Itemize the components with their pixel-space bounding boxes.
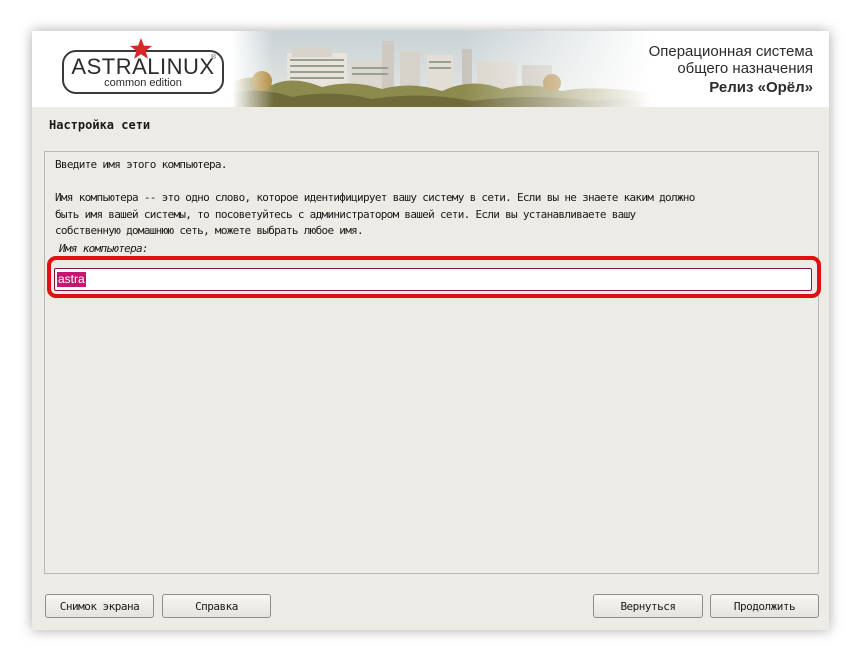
logo-subtext: common edition bbox=[104, 77, 182, 89]
logo-reg-mark: ® bbox=[210, 54, 216, 61]
continue-button[interactable]: Продолжить bbox=[710, 594, 819, 618]
installer-window: ASTRALINUX common edition ® Операционная… bbox=[32, 31, 829, 630]
hostname-input[interactable]: astra bbox=[54, 268, 812, 291]
help-button[interactable]: Справка bbox=[162, 594, 271, 618]
screenshot-button[interactable]: Снимок экрана bbox=[45, 594, 154, 618]
page-title: Настройка сети bbox=[49, 118, 151, 132]
hostname-prompt: Введите имя этого компьютера. bbox=[55, 158, 227, 171]
hostname-field-label: Имя компьютера: bbox=[59, 242, 149, 255]
hostname-input-value: astra bbox=[57, 272, 86, 287]
os-edition-text: Операционная система общего назначения Р… bbox=[649, 43, 813, 96]
back-button[interactable]: Вернуться bbox=[593, 594, 703, 618]
description-line: быть имя вашей системы, то посоветуйтесь… bbox=[55, 207, 636, 221]
red-star-icon bbox=[130, 38, 152, 59]
os-title-line1: Операционная система bbox=[648, 43, 813, 60]
content-panel: Введите имя этого компьютера. Имя компью… bbox=[44, 151, 821, 574]
city-panorama-image bbox=[232, 31, 652, 107]
os-title-line2: общего назначения bbox=[677, 60, 813, 77]
header-banner: ASTRALINUX common edition ® Операционная… bbox=[32, 31, 829, 107]
release-name: Релиз «Орёл» bbox=[709, 79, 813, 96]
description-line: Имя компьютера -- это одно слово, которо… bbox=[55, 191, 695, 204]
description-line: собственную домашнюю сеть, можете выбрат… bbox=[55, 224, 364, 237]
hostname-description: Имя компьютера -- это одно слово, которо… bbox=[55, 190, 815, 240]
